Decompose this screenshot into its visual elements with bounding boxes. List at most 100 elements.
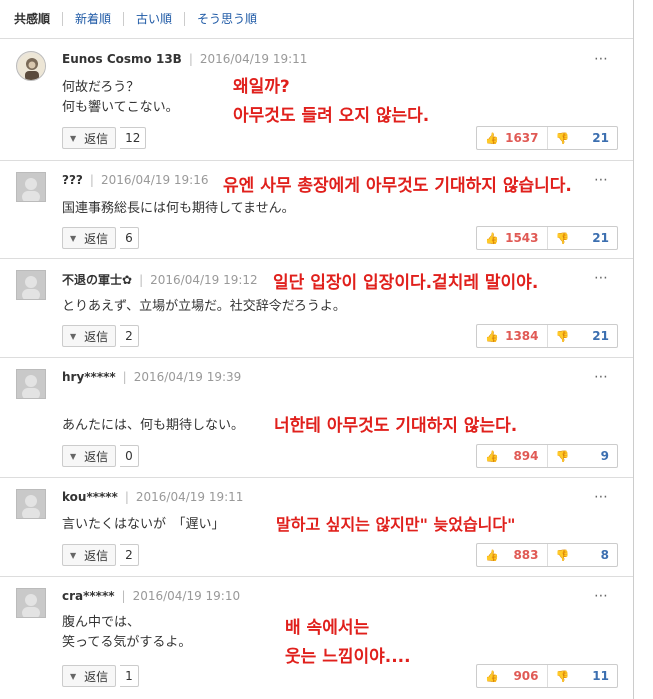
reply-button[interactable]: ▼ 返信 0 bbox=[62, 445, 139, 467]
disagree-count: 21 bbox=[592, 131, 609, 145]
translation-annotation: 말하고 싶지는 않지만" 늦었습니다" bbox=[276, 515, 516, 534]
comment-date: 2016/04/19 19:16 bbox=[100, 173, 209, 187]
caret-down-icon: ▼ bbox=[70, 671, 77, 681]
thumbs-up-icon: 👍 bbox=[485, 548, 499, 562]
reply-button[interactable]: ▼ 返信 2 bbox=[62, 544, 139, 566]
thumbs-up-icon: 👍 bbox=[485, 131, 499, 145]
thumbs-up-icon: 👍 bbox=[485, 669, 499, 683]
comment-date: 2016/04/19 19:11 bbox=[199, 52, 308, 66]
disagree-button[interactable]: 👎 21 bbox=[548, 227, 618, 249]
reply-label: 返信 bbox=[84, 329, 109, 344]
vote-box: 👍 1637 👎 21 bbox=[476, 126, 618, 150]
comment-meta: ??? | 2016/04/19 19:16 bbox=[62, 173, 209, 187]
thumbs-down-icon: 👎 bbox=[555, 231, 570, 245]
username[interactable]: 不退の軍士✿ bbox=[62, 273, 132, 287]
vote-box: 👍 906 👎 11 bbox=[476, 664, 618, 688]
reply-count: 0 bbox=[120, 445, 139, 467]
disagree-button[interactable]: 👎 21 bbox=[548, 127, 618, 149]
reply-label: 返信 bbox=[84, 669, 109, 684]
comment-text: とりあえず、立場が立場だ。社交辞令だろうよ。 bbox=[62, 299, 346, 314]
vote-box: 👍 883 👎 8 bbox=[476, 543, 618, 567]
agree-button[interactable]: 👍 894 bbox=[477, 445, 548, 467]
comment-text: 何故だろう？ 何も響いてこない。 bbox=[62, 80, 179, 115]
disagree-count: 9 bbox=[600, 449, 609, 463]
tab-agree[interactable]: そう思う順 bbox=[184, 12, 269, 26]
reply-label: 返信 bbox=[84, 131, 109, 146]
thumbs-up-icon: 👍 bbox=[485, 231, 499, 245]
comment-text: あんたには、何も期待しない。 bbox=[62, 418, 245, 433]
caret-down-icon: ▼ bbox=[70, 133, 77, 143]
more-options-icon[interactable]: ⋯ bbox=[594, 369, 609, 385]
comment-date: 2016/04/19 19:10 bbox=[132, 589, 241, 603]
translation-annotation: 배 속에서는 웃는 느낌이야.... bbox=[285, 618, 411, 667]
sort-tabs: 共感順 新着順 古い順 そう思う順 bbox=[0, 0, 633, 39]
avatar[interactable] bbox=[16, 270, 46, 300]
comment-meta: hry***** | 2016/04/19 19:39 bbox=[62, 370, 242, 384]
username[interactable]: kou***** bbox=[62, 490, 118, 504]
thumbs-down-icon: 👎 bbox=[555, 131, 570, 145]
reply-label: 返信 bbox=[84, 548, 109, 563]
disagree-button[interactable]: 👎 21 bbox=[548, 325, 618, 347]
tab-sympathy[interactable]: 共感順 bbox=[12, 12, 62, 26]
reply-button[interactable]: ▼ 返信 6 bbox=[62, 227, 139, 249]
reply-button[interactable]: ▼ 返信 2 bbox=[62, 325, 139, 347]
disagree-button[interactable]: 👎 11 bbox=[548, 665, 618, 687]
reply-button[interactable]: ▼ 返信 12 bbox=[62, 127, 147, 149]
comment-meta: 不退の軍士✿ | 2016/04/19 19:12 bbox=[62, 273, 258, 287]
more-options-icon[interactable]: ⋯ bbox=[594, 489, 609, 505]
translation-annotation: 유엔 사무 총장에게 아무것도 기대하지 않습니다. bbox=[223, 176, 572, 196]
username[interactable]: hry***** bbox=[62, 370, 116, 384]
thumbs-down-icon: 👎 bbox=[555, 669, 570, 683]
agree-button[interactable]: 👍 1543 bbox=[477, 227, 548, 249]
caret-down-icon: ▼ bbox=[70, 550, 77, 560]
disagree-button[interactable]: 👎 8 bbox=[548, 544, 618, 566]
vote-box: 👍 894 👎 9 bbox=[476, 444, 618, 468]
disagree-count: 21 bbox=[592, 231, 609, 245]
disagree-count: 11 bbox=[592, 669, 609, 683]
username[interactable]: Eunos Cosmo 13B bbox=[62, 52, 182, 66]
vote-box: 👍 1384 👎 21 bbox=[476, 324, 618, 348]
reply-label: 返信 bbox=[84, 231, 109, 246]
agree-button[interactable]: 👍 906 bbox=[477, 665, 548, 687]
agree-button[interactable]: 👍 883 bbox=[477, 544, 548, 566]
avatar[interactable] bbox=[16, 588, 46, 618]
agree-count: 894 bbox=[513, 449, 539, 463]
more-options-icon[interactable]: ⋯ bbox=[594, 270, 609, 286]
caret-down-icon: ▼ bbox=[70, 233, 77, 243]
vote-box: 👍 1543 👎 21 bbox=[476, 226, 618, 250]
tab-newest[interactable]: 新着順 bbox=[62, 12, 123, 26]
agree-button[interactable]: 👍 1637 bbox=[477, 127, 548, 149]
caret-down-icon: ▼ bbox=[70, 451, 77, 461]
thumbs-down-icon: 👎 bbox=[555, 548, 570, 562]
disagree-count: 8 bbox=[600, 548, 609, 562]
reply-count: 2 bbox=[120, 544, 139, 566]
avatar[interactable] bbox=[16, 369, 46, 399]
avatar[interactable] bbox=[16, 51, 46, 81]
caret-down-icon: ▼ bbox=[70, 331, 77, 341]
more-options-icon[interactable]: ⋯ bbox=[594, 588, 609, 604]
comment-meta: Eunos Cosmo 13B | 2016/04/19 19:11 bbox=[62, 52, 308, 66]
avatar[interactable] bbox=[16, 172, 46, 202]
username[interactable]: cra***** bbox=[62, 589, 115, 603]
thumbs-up-icon: 👍 bbox=[485, 449, 499, 463]
comment-date: 2016/04/19 19:11 bbox=[135, 490, 244, 504]
comment-date: 2016/04/19 19:39 bbox=[133, 370, 242, 384]
agree-count: 1543 bbox=[505, 231, 539, 245]
tab-oldest[interactable]: 古い順 bbox=[123, 12, 184, 26]
disagree-count: 21 bbox=[592, 329, 609, 343]
reply-button[interactable]: ▼ 返信 1 bbox=[62, 665, 139, 687]
translation-annotation: 너한테 아무것도 기대하지 않는다. bbox=[274, 416, 518, 436]
thumbs-down-icon: 👎 bbox=[555, 329, 570, 343]
more-options-icon[interactable]: ⋯ bbox=[594, 51, 609, 67]
agree-button[interactable]: 👍 1384 bbox=[477, 325, 548, 347]
thumbs-down-icon: 👎 bbox=[555, 449, 570, 463]
comment-meta: kou***** | 2016/04/19 19:11 bbox=[62, 490, 244, 504]
avatar[interactable] bbox=[16, 489, 46, 519]
more-options-icon[interactable]: ⋯ bbox=[594, 172, 609, 188]
username[interactable]: ??? bbox=[62, 173, 83, 187]
disagree-button[interactable]: 👎 9 bbox=[548, 445, 618, 467]
reply-count: 1 bbox=[120, 665, 139, 687]
reply-count: 2 bbox=[120, 325, 139, 347]
reply-count: 6 bbox=[120, 227, 139, 249]
comment-meta: cra***** | 2016/04/19 19:10 bbox=[62, 589, 241, 603]
